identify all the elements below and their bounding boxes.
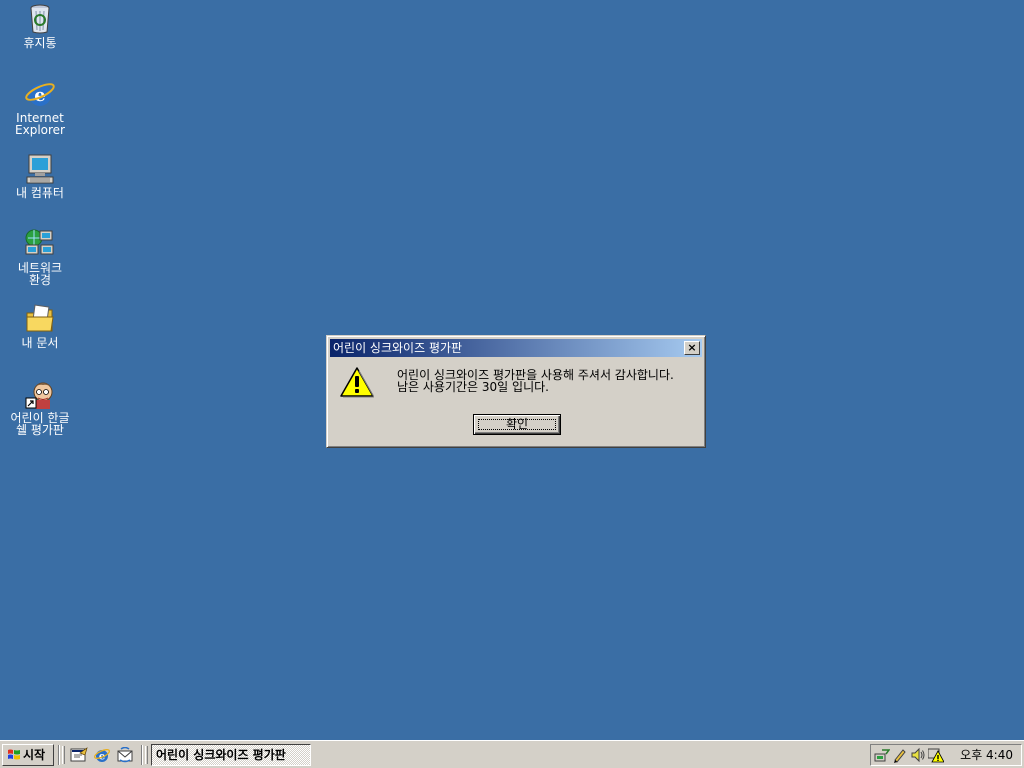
my-computer-icon — [26, 154, 54, 184]
recycle-bin-icon — [30, 4, 50, 34]
taskbar-button-active-window[interactable]: 어린이 싱크와이즈 평가판 — [151, 744, 311, 766]
trial-info-dialog: 어린이 싱크와이즈 평가판 × 어린이 싱크와이즈 평가판을 사용해 주셔서 감… — [326, 335, 706, 448]
toolbar-grip[interactable] — [62, 746, 65, 764]
desktop-icon-label: 내 컴퓨터 — [16, 186, 64, 200]
outlook-express-icon[interactable] — [116, 747, 134, 763]
taskbar: 시작 e 어린이 싱크와이즈 평가판 오후 4:40 — [0, 740, 1024, 768]
desktop-icon-shell-trial[interactable]: 어린이 한글 쉘 평가판 — [2, 378, 78, 436]
close-icon: × — [687, 341, 697, 354]
desktop-icon-network[interactable]: 네트워크 환경 — [2, 228, 78, 286]
close-button[interactable]: × — [684, 341, 700, 355]
warning-icon — [340, 367, 374, 398]
ok-button[interactable]: 확인 — [473, 414, 561, 435]
network-neighborhood-icon — [25, 229, 54, 255]
dialog-titlebar[interactable]: 어린이 싱크와이즈 평가판 × — [330, 339, 702, 357]
pen-tray-icon[interactable] — [892, 747, 908, 763]
internet-explorer-icon[interactable]: e — [93, 747, 111, 763]
network-tray-icon[interactable] — [874, 747, 890, 763]
desktop-icon-internet-explorer[interactable]: e Internet Explorer — [2, 78, 78, 136]
desktop: 휴지통 e Internet Explorer 내 컴퓨터 네트워크 환경 내 … — [0, 0, 1024, 740]
desktop-icon-label: 휴지통 — [23, 36, 57, 50]
volume-icon[interactable] — [910, 747, 926, 763]
desktop-icon-recycle-bin[interactable]: 휴지통 — [2, 3, 78, 49]
taskbar-button-label: 어린이 싱크와이즈 평가판 — [156, 748, 286, 762]
dialog-title: 어린이 싱크와이즈 평가판 — [333, 341, 463, 355]
clock[interactable]: 오후 4:40 — [960, 745, 1013, 765]
my-documents-icon — [26, 304, 54, 332]
desktop-icon-label: 내 문서 — [21, 336, 59, 350]
start-button[interactable]: 시작 — [2, 744, 54, 766]
dialog-message: 어린이 싱크와이즈 평가판을 사용해 주셔서 감사합니다. 남은 사용기간은 3… — [397, 369, 674, 393]
desktop-icon-my-documents[interactable]: 내 문서 — [2, 303, 78, 349]
system-tray: 오후 4:40 — [870, 744, 1022, 766]
taskbar-separator — [141, 745, 143, 765]
message-line: 남은 사용기간은 30일 입니다. — [397, 380, 549, 394]
internet-explorer-icon: e — [25, 83, 55, 106]
desktop-icon-label: 네트워크 환경 — [17, 261, 63, 287]
taskbar-separator — [58, 745, 60, 765]
shell-trial-shortcut-icon — [25, 382, 53, 409]
desktop-icon-label: Internet Explorer — [15, 111, 65, 137]
desktop-icon-my-computer[interactable]: 내 컴퓨터 — [2, 153, 78, 199]
windows-logo-icon — [8, 749, 20, 760]
focus-rect — [478, 419, 556, 430]
desktop-icon-label: 어린이 한글 쉘 평가판 — [10, 411, 70, 437]
toolbar-grip[interactable] — [145, 746, 148, 764]
warning-tray-icon[interactable] — [928, 747, 944, 763]
start-label: 시작 — [23, 748, 46, 762]
show-desktop-icon[interactable] — [70, 747, 88, 763]
